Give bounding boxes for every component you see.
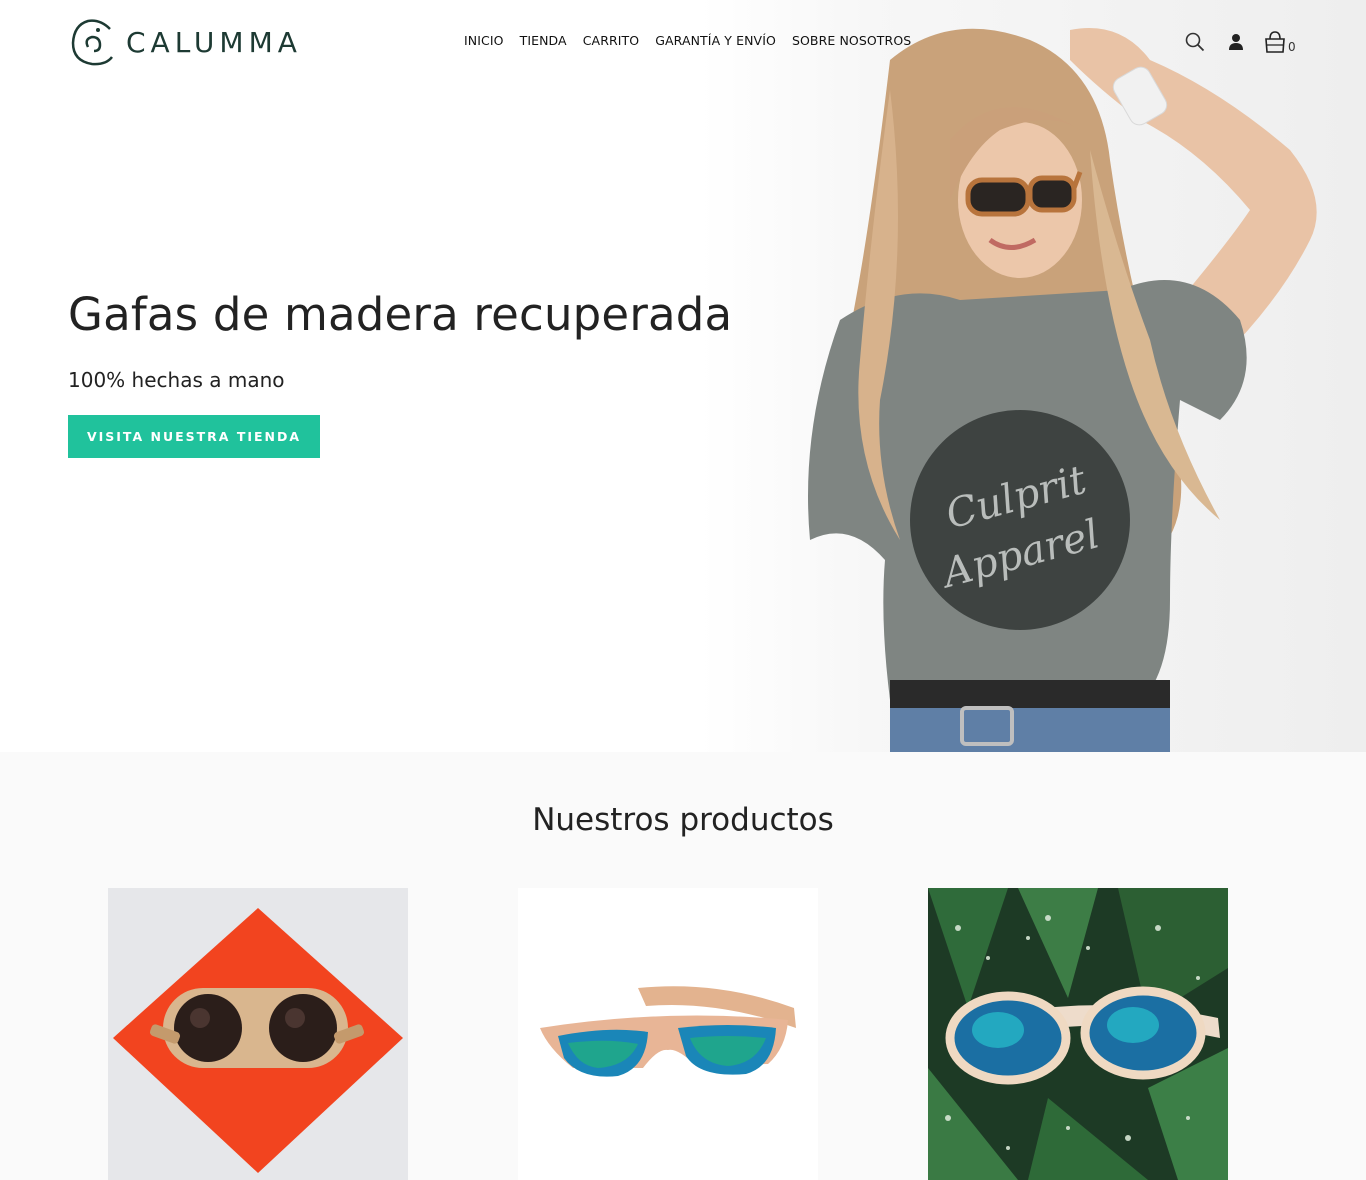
nav-item-sobre-nosotros[interactable]: SOBRE NOSOTROS [784,33,919,48]
products-section: Nuestros productos [0,752,1366,1180]
product-image-1 [108,888,408,1180]
brand-logo[interactable]: CALUMMA [70,16,302,68]
main-nav: INICIO TIENDA CARRITO GARANTÍA Y ENVÍO S… [456,33,919,48]
nav-item-inicio[interactable]: INICIO [456,33,512,48]
product-image-3 [928,888,1228,1180]
product-card-2[interactable] [518,888,818,1180]
product-image-2 [518,888,818,1180]
hero-image: Culprit Apparel [700,0,1366,752]
header-icons: 0 [1184,30,1296,54]
hero-subtitle: 100% hechas a mano [68,368,285,392]
nav-item-garantia-envio[interactable]: GARANTÍA Y ENVÍO [647,33,784,48]
nav-item-tienda[interactable]: TIENDA [512,33,575,48]
nav-item-carrito[interactable]: CARRITO [575,33,648,48]
search-icon[interactable] [1184,31,1206,53]
cart-count: 0 [1288,40,1296,54]
product-card-1[interactable] [108,888,408,1180]
hero-title: Gafas de madera recuperada [68,288,733,341]
brand-name: CALUMMA [126,25,302,59]
product-card-3[interactable] [928,888,1228,1180]
shopping-bag-icon[interactable] [1263,30,1287,54]
hero-section: Culprit Apparel CALUMMA INICIO TIENDA CA… [0,0,1366,752]
chameleon-logo-icon [71,19,113,66]
products-title: Nuestros productos [532,802,834,838]
visit-store-button[interactable]: VISITA NUESTRA TIENDA [68,415,320,458]
user-icon[interactable] [1225,31,1247,53]
site-header: CALUMMA INICIO TIENDA CARRITO GARANTÍA Y… [0,0,1366,86]
